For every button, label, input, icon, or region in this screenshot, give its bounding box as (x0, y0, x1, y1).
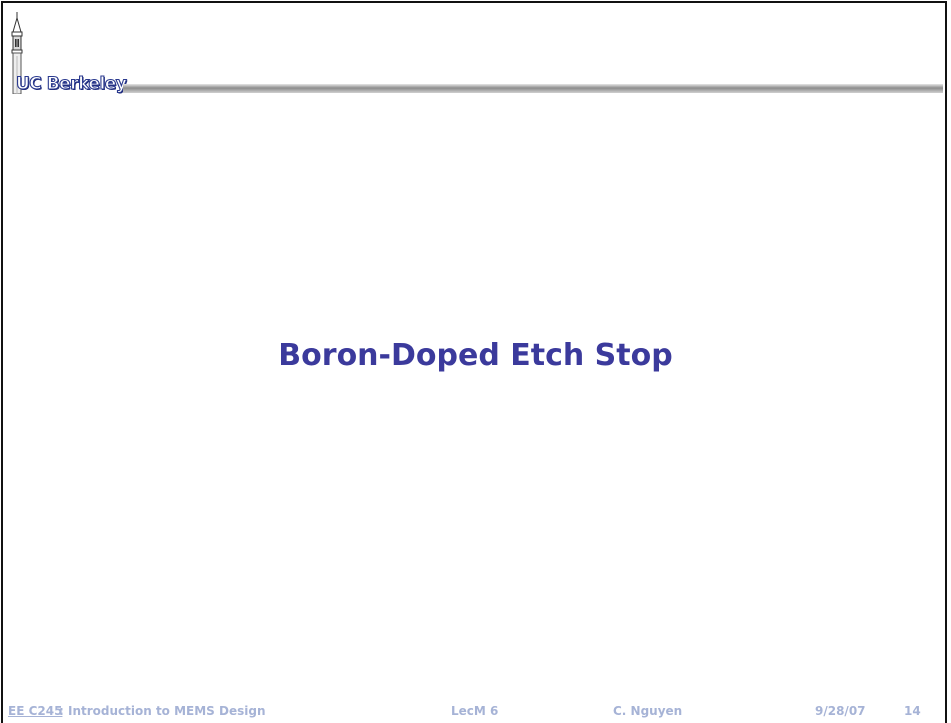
footer-lecture: LecM 6 (451, 704, 499, 718)
footer-instructor: C. Nguyen (613, 704, 683, 718)
uc-berkeley-logo: UC Berkeley (15, 73, 127, 94)
header-rule (123, 84, 943, 93)
footer-page-number: 14 (904, 704, 921, 718)
footer: EE C245 : Introduction to MEMS Design Le… (0, 701, 951, 721)
footer-course-code-link[interactable]: EE C245 (8, 701, 62, 721)
footer-course-title: : Introduction to MEMS Design (59, 704, 266, 718)
slide-title: Boron-Doped Etch Stop (278, 338, 673, 373)
footer-date: 9/28/07 (815, 704, 866, 718)
